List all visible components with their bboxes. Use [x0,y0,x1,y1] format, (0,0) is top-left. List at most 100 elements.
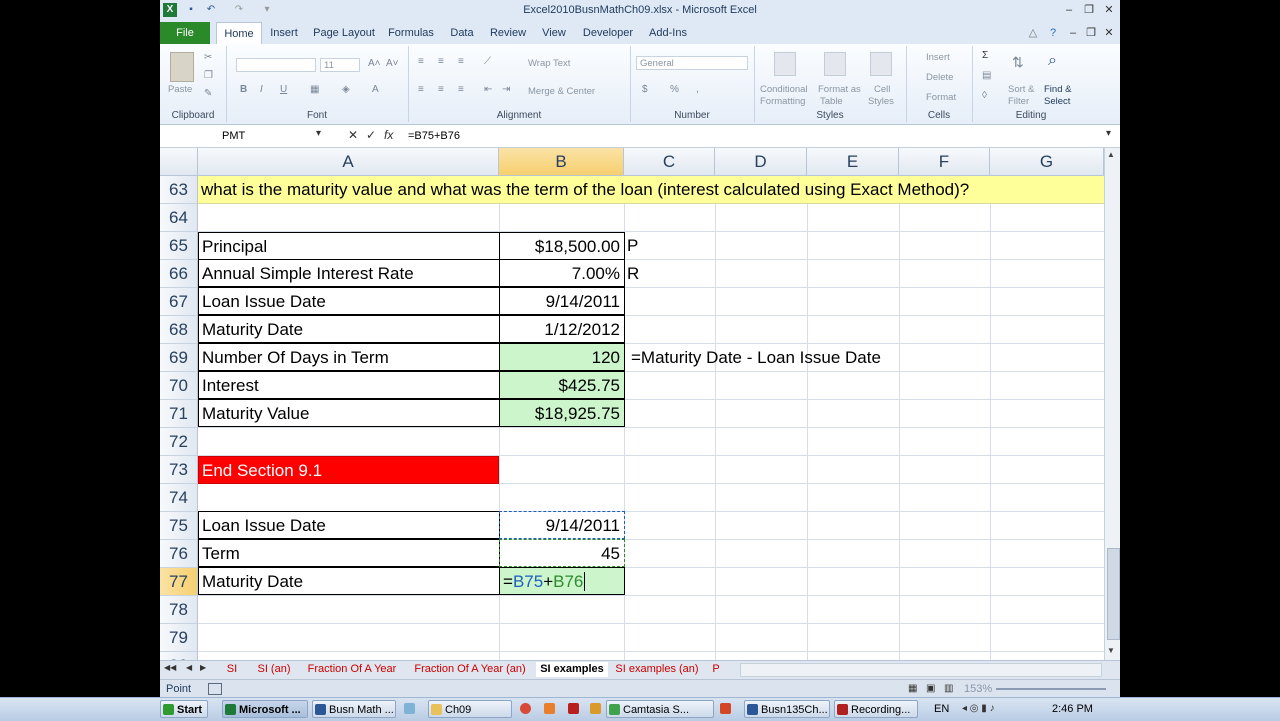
language-indicator[interactable]: EN [934,700,954,718]
label-interest[interactable]: Interest [198,371,500,399]
label-maturity-value[interactable]: Maturity Value [198,399,500,427]
note-p[interactable]: P [624,232,715,260]
sheet-tab-si-examples-an[interactable]: SI examples (an) [612,662,702,677]
close-icon[interactable]: ✕ [1100,2,1118,18]
taskbar-folder[interactable]: Ch09 [428,700,512,718]
zoom-level[interactable]: 153% [964,680,992,697]
label-loan-issue-date-2[interactable]: Loan Issue Date [198,511,500,539]
row-header[interactable]: 72 [160,428,198,456]
label-loan-issue-date[interactable]: Loan Issue Date [198,287,500,315]
row-header[interactable]: 65 [160,232,198,260]
sheet-tab-si-an[interactable]: SI (an) [252,662,296,677]
page-layout-view-icon[interactable]: ▣ [926,680,935,697]
tab-home[interactable]: Home [216,22,262,44]
paste-icon[interactable] [170,52,194,82]
acrobat-icon[interactable] [566,700,584,718]
sort-filter-label-1[interactable]: Sort & [1008,84,1034,95]
cell-styles-label-1[interactable]: Cell [874,84,890,95]
taskbar-recording[interactable]: Recording... [834,700,918,718]
format-cells-button[interactable]: Format [926,92,956,103]
borders-icon[interactable]: ▦ [310,84,319,95]
powerpoint-icon[interactable] [718,700,736,718]
prev-sheet-icon[interactable]: ◀ [186,663,192,672]
system-tray-icons[interactable]: ◂ ◎ ▮ ♪ [962,700,1022,718]
format-as-table-icon[interactable] [824,52,846,76]
label-term[interactable]: Term [198,539,500,567]
sheet-tab-p[interactable]: P [708,662,724,677]
value-loan-issue-date[interactable]: 9/14/2011 [499,287,625,315]
scroll-up-icon[interactable]: ▲ [1107,150,1115,159]
start-button[interactable]: Start [160,700,208,718]
scroll-down-icon[interactable]: ▼ [1107,646,1115,655]
sheet-tab-si-examples[interactable]: SI examples [536,662,608,677]
active-cell-formula[interactable]: =B75+B76 [499,567,625,595]
row-header[interactable]: 63 [160,176,198,204]
paste-button[interactable]: Paste [168,84,192,95]
find-select-icon[interactable]: ⌕ [1048,52,1070,74]
shrink-font-icon[interactable]: A˅ [386,58,399,69]
row-header[interactable]: 80 [160,652,198,660]
tab-review[interactable]: Review [488,22,528,44]
tab-add-ins[interactable]: Add-Ins [646,22,690,44]
column-header-d[interactable]: D [715,148,807,176]
zoom-slider[interactable] [996,688,1106,690]
tab-insert[interactable]: Insert [264,22,304,44]
outlook-icon[interactable] [542,700,560,718]
taskbar-camtasia[interactable]: Camtasia S... [606,700,714,718]
conditional-formatting-label-1[interactable]: Conditional [760,84,808,95]
doc-restore-icon[interactable]: ❐ [1082,25,1100,41]
tab-data[interactable]: Data [446,22,478,44]
cut-icon[interactable]: ✂ [204,52,212,63]
tab-developer[interactable]: Developer [580,22,636,44]
taskbar-excel[interactable]: Microsoft ... [222,700,308,718]
vertical-scrollbar[interactable]: ▲ ▼ [1104,148,1120,660]
row-header[interactable]: 77 [160,568,198,596]
next-sheet-icon[interactable]: ▶ [200,663,206,672]
increase-indent-icon[interactable]: ⇥ [502,84,510,95]
row-header[interactable]: 67 [160,288,198,316]
value-principal[interactable]: $18,500.00 [499,232,625,260]
column-header-e[interactable]: E [807,148,899,176]
note-days-formula[interactable]: =Maturity Date - Loan Issue Date [628,344,1028,372]
normal-view-icon[interactable]: ▦ [908,680,917,697]
doc-minimize-icon[interactable]: – [1064,25,1082,41]
column-header-g[interactable]: G [990,148,1104,176]
taskbar-busn135[interactable]: Busn135Ch... [744,700,830,718]
row-header[interactable]: 71 [160,400,198,428]
sheet-tab-fraction-an[interactable]: Fraction Of A Year (an) [408,662,532,677]
name-box-dropdown-icon[interactable]: ▾ [316,128,321,139]
align-middle-icon[interactable]: ≡ [438,56,444,67]
tab-file[interactable]: File [160,22,210,44]
notepad-icon[interactable] [402,700,420,718]
underline-button[interactable]: U [280,84,287,95]
font-size-combo[interactable]: 11 [320,58,360,72]
name-box[interactable]: PMT [162,128,322,144]
font-name-combo[interactable] [236,58,316,72]
value-days-in-term[interactable]: 120 [499,343,625,371]
value-rate[interactable]: 7.00% [499,259,625,287]
taskbar-word[interactable]: Busn Math ... [312,700,396,718]
row-header[interactable]: 78 [160,596,198,624]
question-cell[interactable]: what is the maturity value and what was … [198,176,1104,204]
align-top-icon[interactable]: ≡ [418,56,424,67]
italic-button[interactable]: I [260,84,263,95]
scroll-thumb[interactable] [1107,548,1120,640]
minimize-icon[interactable]: – [1060,2,1078,18]
horizontal-scrollbar[interactable] [740,663,1102,677]
help-icon[interactable]: ? [1044,25,1062,41]
formula-input[interactable]: =B75+B76 [408,128,460,144]
explorer-icon[interactable] [588,700,606,718]
label-rate[interactable]: Annual Simple Interest Rate [198,259,500,287]
label-principal[interactable]: Principal [198,232,500,260]
column-header-c[interactable]: C [624,148,715,176]
autosum-button[interactable]: Σ [982,50,988,61]
worksheet-grid[interactable]: A B C D E F G 63 64 65 66 67 68 69 70 71… [160,148,1104,660]
find-select-label-2[interactable]: Select [1044,96,1070,107]
fill-color-icon[interactable]: ◈ [342,84,350,95]
column-header-b[interactable]: B [499,148,624,176]
wrap-text-button[interactable]: Wrap Text [528,58,570,69]
note-r[interactable]: R [624,260,715,288]
align-right-icon[interactable]: ≡ [458,84,464,95]
sheet-tab-fraction[interactable]: Fraction Of A Year [302,662,402,677]
row-header[interactable]: 74 [160,484,198,512]
